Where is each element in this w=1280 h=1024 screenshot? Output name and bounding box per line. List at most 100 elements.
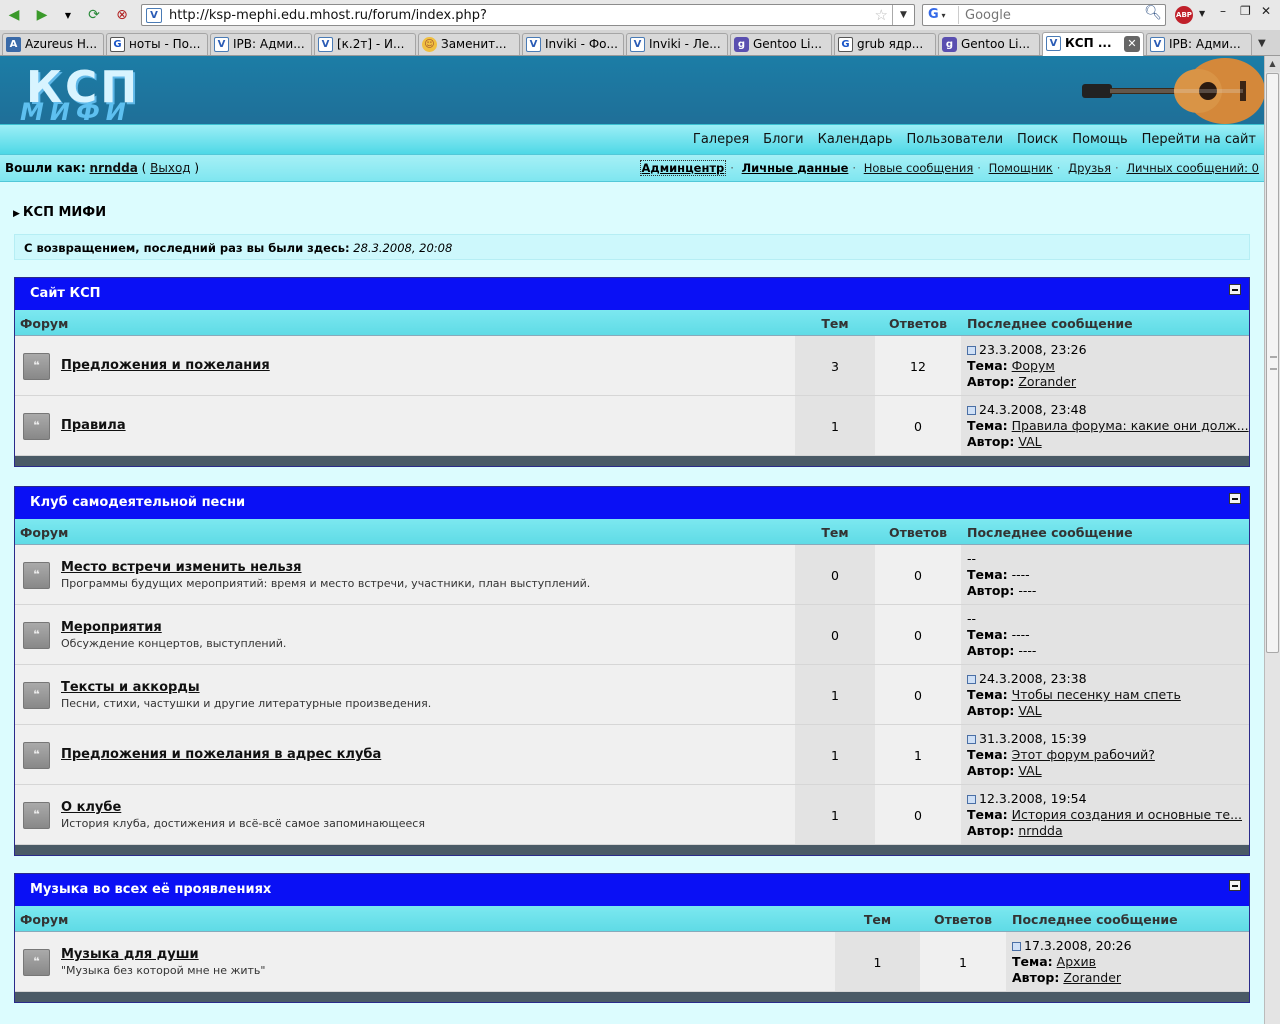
last-post-topic-link[interactable]: Чтобы песенку нам спеть <box>1012 687 1181 702</box>
collapse-icon[interactable] <box>1229 880 1241 891</box>
restore-icon[interactable]: ❐ <box>1240 4 1251 18</box>
menu-item[interactable]: Поиск <box>1017 132 1058 147</box>
adblock-icon[interactable]: ABP <box>1175 6 1193 24</box>
reload-icon[interactable]: ⟳ <box>84 5 104 25</box>
browser-tab[interactable]: V [к.2т] - И... <box>314 33 416 55</box>
minimize-icon[interactable]: – <box>1220 4 1226 18</box>
stop-icon[interactable]: ⊗ <box>112 5 132 25</box>
last-post-icon[interactable] <box>967 406 976 415</box>
new-posts-link[interactable]: Новые сообщения <box>864 161 974 175</box>
last-post-topic-link[interactable]: Правила форума: какие они долж... <box>1012 418 1249 433</box>
url-text[interactable]: http://ksp-mephi.edu.mhost.ru/forum/inde… <box>169 8 487 23</box>
tab-label: Заменит... <box>441 37 507 51</box>
collapse-icon[interactable] <box>1229 493 1241 504</box>
url-bar[interactable]: V http://ksp-mephi.edu.mhost.ru/forum/in… <box>141 4 915 26</box>
logout-link[interactable]: Выход <box>150 161 190 175</box>
welcome-message: С возвращением, последний раз вы были зд… <box>14 234 1250 260</box>
browser-tab[interactable]: Gноты - По... <box>106 33 208 55</box>
collapse-icon[interactable] <box>1229 284 1241 295</box>
category-title[interactable]: Клуб самодеятельной песни <box>30 495 245 510</box>
last-post-author-link[interactable]: nrndda <box>1018 823 1062 838</box>
url-dropdown-icon[interactable]: ▼ <box>892 5 914 25</box>
forum-status-icon[interactable]: ❝ <box>23 742 50 769</box>
last-post-date-line: -- <box>967 551 976 566</box>
browser-tab[interactable]: A Azureus H... <box>2 33 104 55</box>
search-input[interactable] <box>963 6 1143 24</box>
forum-status-icon[interactable]: ❝ <box>23 562 50 589</box>
bookmark-star-icon[interactable]: ☆ <box>875 6 888 24</box>
last-post-author-link[interactable]: VAL <box>1018 703 1041 718</box>
forum-title-link[interactable]: Музыка для души <box>61 947 199 962</box>
scroll-up-arrow-icon[interactable]: ▲ <box>1265 56 1280 72</box>
forum-status-icon[interactable]: ❝ <box>23 682 50 709</box>
last-post-author-link[interactable]: Zorander <box>1018 374 1076 389</box>
browser-tab[interactable]: V Inviki - Ле... <box>626 33 728 55</box>
forum-title-link[interactable]: Предложения и пожелания в адрес клуба <box>61 747 381 762</box>
vertical-scrollbar[interactable]: ▲ <box>1264 56 1280 1024</box>
last-post-topic-link[interactable]: Форум <box>1012 358 1055 373</box>
forum-status-icon[interactable]: ❝ <box>23 949 50 976</box>
last-post-author-link[interactable]: Zorander <box>1063 970 1121 985</box>
assistant-link[interactable]: Помощник <box>989 161 1053 175</box>
username-link[interactable]: nrndda <box>90 161 138 175</box>
menu-item[interactable]: Пользователи <box>907 132 1004 147</box>
forum-title-link[interactable]: Место встречи изменить нельзя <box>61 560 302 575</box>
forum-title-link[interactable]: Тексты и аккорды <box>61 680 200 695</box>
browser-tab[interactable]: g Gentoo Li... <box>730 33 832 55</box>
separator: · <box>852 161 857 175</box>
forum-title-link[interactable]: Предложения и пожелания <box>61 358 270 373</box>
browser-tab[interactable]: V Inviki - Фо... <box>522 33 624 55</box>
private-messages-link[interactable]: Личных сообщений: 0 <box>1126 161 1259 175</box>
admin-center-link[interactable]: Админцентр <box>639 160 727 176</box>
last-post-icon[interactable] <box>967 735 976 744</box>
browser-tab[interactable]: V IPB: Адми... <box>1146 33 1252 55</box>
browser-tab[interactable]: V IPB: Адми... <box>210 33 312 55</box>
personal-data-link[interactable]: Личные данные <box>742 161 849 175</box>
forum-title-link[interactable]: Мероприятия <box>61 620 162 635</box>
last-post-author-link[interactable]: VAL <box>1018 434 1041 449</box>
site-logo[interactable]: КСП МИФИ <box>18 62 218 126</box>
forum-status-icon[interactable]: ❝ <box>23 413 50 440</box>
menu-item[interactable]: Календарь <box>818 132 893 147</box>
forum-status-icon[interactable]: ❝ <box>23 622 50 649</box>
menu-item[interactable]: Галерея <box>693 132 749 147</box>
scrollbar-thumb[interactable] <box>1266 73 1279 653</box>
topics-count: 1 <box>835 932 920 991</box>
search-bar[interactable]: G ▾ 🔍︎ <box>922 4 1166 26</box>
last-post-topic-link[interactable]: Архив <box>1057 954 1096 969</box>
last-post-topic-link[interactable]: Этот форум рабочий? <box>1012 747 1155 762</box>
last-post-author-line: Автор: ---- <box>967 643 1036 658</box>
forum-status-icon[interactable]: ❝ <box>23 353 50 380</box>
last-post-author-link[interactable]: VAL <box>1018 763 1041 778</box>
friends-link[interactable]: Друзья <box>1068 161 1111 175</box>
browser-tab[interactable]: g Gentoo Li... <box>938 33 1040 55</box>
tab-list-dropdown-icon[interactable]: ▼ <box>1258 38 1266 49</box>
last-post-icon[interactable] <box>1012 942 1021 951</box>
forward-arrow-icon[interactable]: ▶ <box>32 5 52 25</box>
last-post-icon[interactable] <box>967 795 976 804</box>
back-arrow-icon[interactable]: ◀ <box>4 5 24 25</box>
last-post-icon[interactable] <box>967 346 976 355</box>
forum-status-icon[interactable]: ❝ <box>23 802 50 829</box>
browser-tab[interactable]: V КСП ... ✕ <box>1042 32 1144 56</box>
last-post-date-line: 31.3.2008, 15:39 <box>967 731 1087 746</box>
menu-item[interactable]: Блоги <box>763 132 803 147</box>
menu-item[interactable]: Помощь <box>1072 132 1127 147</box>
category-title[interactable]: Сайт КСП <box>30 286 101 301</box>
browser-tab[interactable]: Ggrub ядр... <box>834 33 936 55</box>
search-magnifier-icon[interactable]: 🔍︎ <box>1144 5 1162 21</box>
category-title[interactable]: Музыка во всех её проявлениях <box>30 882 271 897</box>
menu-item[interactable]: Перейти на сайт <box>1142 132 1256 147</box>
history-dropdown-icon[interactable]: ▼ <box>58 5 78 25</box>
browser-tab[interactable]: ☺ Заменит... <box>418 33 520 55</box>
last-post-topic-link[interactable]: История создания и основные те... <box>1012 807 1242 822</box>
forum-title-link[interactable]: О клубе <box>61 800 121 815</box>
last-post-icon[interactable] <box>967 675 976 684</box>
forum-title-link[interactable]: Правила <box>61 418 126 433</box>
adblock-dropdown-icon[interactable]: ▼ <box>1199 9 1205 18</box>
tab-close-icon[interactable]: ✕ <box>1124 36 1140 52</box>
search-engine-icon[interactable]: G ▾ <box>925 6 959 24</box>
main-menu-bar: Галерея Блоги Календарь Пользователи Поиск По… <box>0 124 1264 154</box>
breadcrumb-home[interactable]: КСП МИФИ <box>23 205 106 220</box>
close-window-icon[interactable]: ✕ <box>1261 4 1271 18</box>
